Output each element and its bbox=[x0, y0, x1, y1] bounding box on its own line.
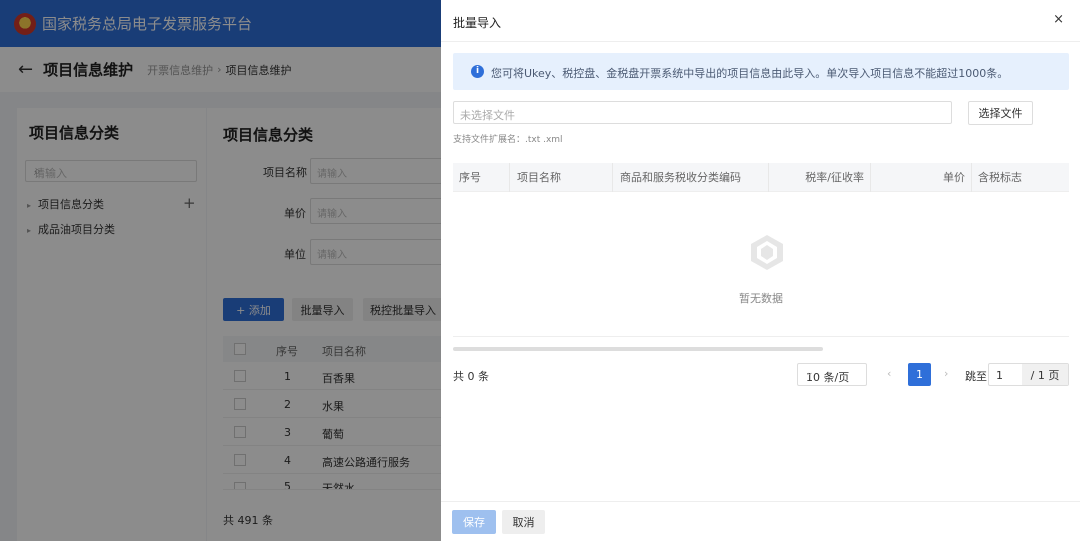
cancel-button[interactable]: 取消 bbox=[502, 510, 545, 534]
horizontal-scrollbar[interactable] bbox=[453, 347, 823, 351]
info-icon: i bbox=[471, 65, 484, 78]
jump-to-label: 跳至 bbox=[965, 370, 987, 383]
drawer-header: 批量导入 × bbox=[441, 0, 1080, 42]
prev-page-icon[interactable]: ‹ bbox=[887, 367, 891, 380]
empty-box-icon bbox=[751, 235, 783, 270]
file-extension-hint: 支持文件扩展名：.txt .xml bbox=[453, 135, 563, 145]
batch-import-drawer: 批量导入 × i 您可将Ukey、税控盘、金税盘开票系统中导出的项目信息由此导入… bbox=[441, 0, 1080, 541]
chevron-down-icon: ⌄ bbox=[806, 368, 814, 378]
file-path-field[interactable]: 未选择文件 bbox=[453, 101, 952, 124]
modal-mask[interactable] bbox=[0, 0, 441, 541]
page-size-select[interactable]: 10 条/页 ⌄ bbox=[797, 363, 867, 386]
close-icon[interactable]: × bbox=[1053, 12, 1064, 27]
col-header-tax-included: 含税标志 bbox=[978, 171, 1022, 184]
save-button[interactable]: 保存 bbox=[452, 510, 496, 534]
empty-state-text: 暂无数据 bbox=[739, 292, 783, 305]
total-pages-label: / 1 页 bbox=[1022, 364, 1068, 385]
info-alert: i 您可将Ukey、税控盘、金税盘开票系统中导出的项目信息由此导入。单次导入项目… bbox=[453, 53, 1069, 90]
col-header-tax-code: 商品和服务税收分类编码 bbox=[613, 163, 769, 192]
choose-file-button[interactable]: 选择文件 bbox=[968, 101, 1033, 125]
col-header-no: 序号 bbox=[453, 163, 510, 192]
col-header-unit-price: 单价 bbox=[871, 163, 972, 192]
total-count: 共 0 条 bbox=[453, 370, 489, 383]
table-header: 序号 项目名称 商品和服务税收分类编码 税率/征收率 单价 含税标志 bbox=[453, 163, 1069, 192]
col-header-tax-rate: 税率/征收率 bbox=[769, 163, 871, 192]
next-page-icon[interactable]: › bbox=[944, 367, 948, 380]
drawer-footer: 保存 取消 bbox=[441, 501, 1080, 541]
info-alert-text: 您可将Ukey、税控盘、金税盘开票系统中导出的项目信息由此导入。单次导入项目信息… bbox=[491, 67, 1009, 80]
col-header-name: 项目名称 bbox=[510, 163, 613, 192]
file-path-placeholder: 未选择文件 bbox=[460, 109, 515, 122]
jump-page-input[interactable]: 1 / 1 页 bbox=[988, 363, 1069, 386]
page-1-button[interactable]: 1 bbox=[908, 363, 931, 386]
drawer-title: 批量导入 bbox=[453, 16, 502, 30]
import-preview-table: 序号 项目名称 商品和服务税收分类编码 税率/征收率 单价 含税标志 暂无数据 bbox=[453, 163, 1069, 337]
jump-page-value: 1 bbox=[996, 369, 1003, 382]
